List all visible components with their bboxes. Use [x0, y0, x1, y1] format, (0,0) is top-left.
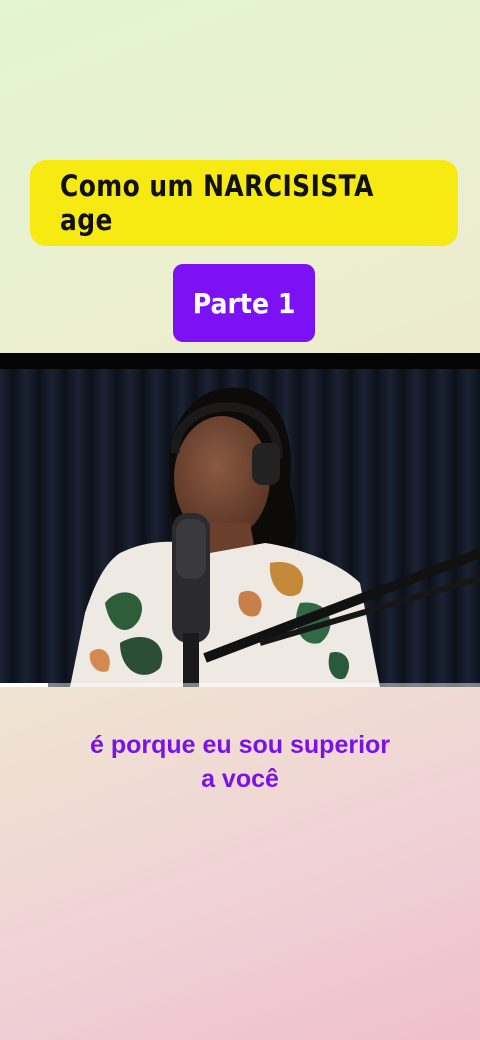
subtitle-caption: é porque eu sou superior a você — [0, 728, 480, 796]
part-badge: Parte 1 — [173, 264, 315, 342]
part-label: Parte 1 — [192, 286, 296, 320]
title-banner: Como um NARCISISTA age — [30, 160, 458, 246]
video-frame — [0, 353, 480, 687]
caption-line-2: a você — [201, 765, 279, 793]
video-progress-bar[interactable] — [0, 683, 480, 687]
video-progress-fill — [0, 683, 48, 687]
video-player[interactable] — [0, 353, 480, 687]
title-text: Como um NARCISISTA age — [59, 169, 374, 237]
caption-line-1: é porque eu sou superior — [89, 731, 391, 759]
